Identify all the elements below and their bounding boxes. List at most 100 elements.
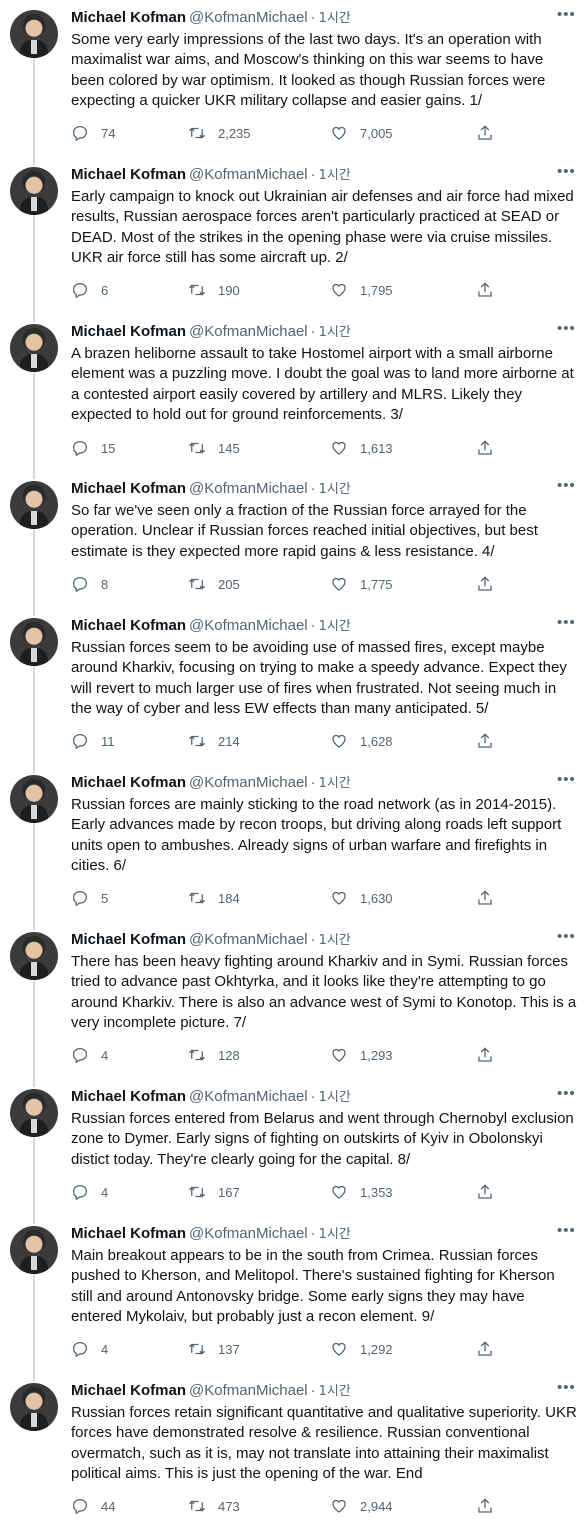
share-button[interactable] xyxy=(476,123,494,143)
more-icon[interactable]: ••• xyxy=(557,164,575,185)
retweet-button[interactable]: 214 xyxy=(188,731,240,751)
avatar[interactable] xyxy=(10,1226,58,1274)
author-name[interactable]: Michael Kofman xyxy=(71,480,186,497)
timestamp[interactable]: 1시간 xyxy=(319,168,351,183)
timestamp[interactable]: 1시간 xyxy=(319,1227,351,1242)
author-handle[interactable]: @KofmanMichael xyxy=(189,774,308,791)
tweet-7[interactable]: Michael Kofman @KofmanMichael · 1시간 ••• The… xyxy=(0,922,587,1079)
author-handle[interactable]: @KofmanMichael xyxy=(189,617,308,634)
author-name[interactable]: Michael Kofman xyxy=(71,1382,186,1399)
author-handle[interactable]: @KofmanMichael xyxy=(189,1225,308,1242)
like-button[interactable]: 7,005 xyxy=(330,123,393,143)
reply-button[interactable]: 11 xyxy=(71,731,115,751)
share-button[interactable] xyxy=(476,731,494,751)
retweet-button[interactable]: 205 xyxy=(188,574,240,594)
more-icon[interactable]: ••• xyxy=(557,478,575,499)
author-handle[interactable]: @KofmanMichael xyxy=(189,1088,308,1105)
more-icon[interactable]: ••• xyxy=(557,321,575,342)
avatar[interactable] xyxy=(10,167,58,215)
avatar[interactable] xyxy=(10,1383,58,1431)
tweet-6[interactable]: Michael Kofman @KofmanMichael · 1시간 ••• Rus… xyxy=(0,765,587,922)
avatar[interactable] xyxy=(10,618,58,666)
more-icon[interactable]: ••• xyxy=(557,7,575,28)
like-button[interactable]: 1,292 xyxy=(330,1339,393,1359)
share-button[interactable] xyxy=(476,888,494,908)
timestamp[interactable]: 1시간 xyxy=(319,933,351,948)
timestamp[interactable]: 1시간 xyxy=(319,776,351,791)
author-name[interactable]: Michael Kofman xyxy=(71,617,186,634)
author-name[interactable]: Michael Kofman xyxy=(71,166,186,183)
retweet-button[interactable]: 184 xyxy=(188,888,240,908)
author-handle[interactable]: @KofmanMichael xyxy=(189,166,308,183)
timestamp[interactable]: 1시간 xyxy=(319,325,351,340)
share-button[interactable] xyxy=(476,1182,494,1202)
more-icon[interactable]: ••• xyxy=(557,1223,575,1244)
more-icon[interactable]: ••• xyxy=(557,615,575,636)
like-button[interactable]: 1,775 xyxy=(330,574,393,594)
reply-button[interactable]: 4 xyxy=(71,1045,108,1065)
avatar[interactable] xyxy=(10,775,58,823)
tweet-5[interactable]: Michael Kofman @KofmanMichael · 1시간 ••• Rus… xyxy=(0,608,587,765)
share-button[interactable] xyxy=(476,438,494,458)
author-name[interactable]: Michael Kofman xyxy=(71,931,186,948)
timestamp[interactable]: 1시간 xyxy=(319,11,351,26)
retweet-button[interactable]: 2,235 xyxy=(188,123,251,143)
reply-button[interactable]: 74 xyxy=(71,123,115,143)
author-handle[interactable]: @KofmanMichael xyxy=(189,931,308,948)
author-handle[interactable]: @KofmanMichael xyxy=(189,1382,308,1399)
tweet-4[interactable]: Michael Kofman @KofmanMichael · 1시간 ••• So … xyxy=(0,471,587,608)
share-button[interactable] xyxy=(476,574,494,594)
reply-button[interactable]: 8 xyxy=(71,574,108,594)
more-icon[interactable]: ••• xyxy=(557,1380,575,1401)
share-button[interactable] xyxy=(476,1339,494,1359)
author-name[interactable]: Michael Kofman xyxy=(71,9,186,26)
avatar[interactable] xyxy=(10,481,58,529)
tweet-1[interactable]: Michael Kofman @KofmanMichael · 1시간 ••• Som… xyxy=(0,0,587,157)
reply-button[interactable]: 4 xyxy=(71,1339,108,1359)
tweet-3[interactable]: Michael Kofman @KofmanMichael · 1시간 ••• A b… xyxy=(0,314,587,471)
like-button[interactable]: 1,613 xyxy=(330,438,393,458)
like-button[interactable]: 1,795 xyxy=(330,280,393,300)
timestamp[interactable]: 1시간 xyxy=(319,619,351,634)
timestamp[interactable]: 1시간 xyxy=(319,482,351,497)
reply-button[interactable]: 6 xyxy=(71,280,108,300)
author-handle[interactable]: @KofmanMichael xyxy=(189,323,308,340)
retweet-button[interactable]: 473 xyxy=(188,1496,240,1516)
like-button[interactable]: 1,293 xyxy=(330,1045,393,1065)
tweet-10[interactable]: Michael Kofman @KofmanMichael · 1시간 ••• Rus… xyxy=(0,1373,587,1527)
like-button[interactable]: 1,630 xyxy=(330,888,393,908)
retweet-button[interactable]: 128 xyxy=(188,1045,240,1065)
reply-button[interactable]: 4 xyxy=(71,1182,108,1202)
like-button[interactable]: 1,353 xyxy=(330,1182,393,1202)
reply-button[interactable]: 44 xyxy=(71,1496,115,1516)
avatar[interactable] xyxy=(10,1089,58,1137)
author-handle[interactable]: @KofmanMichael xyxy=(189,9,308,26)
retweet-button[interactable]: 167 xyxy=(188,1182,240,1202)
retweet-button[interactable]: 190 xyxy=(188,280,240,300)
reply-button[interactable]: 5 xyxy=(71,888,108,908)
retweet-button[interactable]: 145 xyxy=(188,438,240,458)
more-icon[interactable]: ••• xyxy=(557,929,575,950)
timestamp[interactable]: 1시간 xyxy=(319,1090,351,1105)
more-icon[interactable]: ••• xyxy=(557,772,575,793)
author-name[interactable]: Michael Kofman xyxy=(71,774,186,791)
author-name[interactable]: Michael Kofman xyxy=(71,1225,186,1242)
tweet-2[interactable]: Michael Kofman @KofmanMichael · 1시간 ••• Ear… xyxy=(0,157,587,314)
share-button[interactable] xyxy=(476,1496,494,1516)
more-icon[interactable]: ••• xyxy=(557,1086,575,1107)
avatar[interactable] xyxy=(10,932,58,980)
tweet-9[interactable]: Michael Kofman @KofmanMichael · 1시간 ••• Mai… xyxy=(0,1216,587,1373)
timestamp[interactable]: 1시간 xyxy=(319,1384,351,1399)
share-button[interactable] xyxy=(476,280,494,300)
author-name[interactable]: Michael Kofman xyxy=(71,1088,186,1105)
like-button[interactable]: 1,628 xyxy=(330,731,393,751)
reply-button[interactable]: 15 xyxy=(71,438,115,458)
avatar[interactable] xyxy=(10,324,58,372)
avatar[interactable] xyxy=(10,10,58,58)
like-button[interactable]: 2,944 xyxy=(330,1496,393,1516)
author-name[interactable]: Michael Kofman xyxy=(71,323,186,340)
tweet-8[interactable]: Michael Kofman @KofmanMichael · 1시간 ••• Rus… xyxy=(0,1079,587,1216)
retweet-button[interactable]: 137 xyxy=(188,1339,240,1359)
author-handle[interactable]: @KofmanMichael xyxy=(189,480,308,497)
share-button[interactable] xyxy=(476,1045,494,1065)
